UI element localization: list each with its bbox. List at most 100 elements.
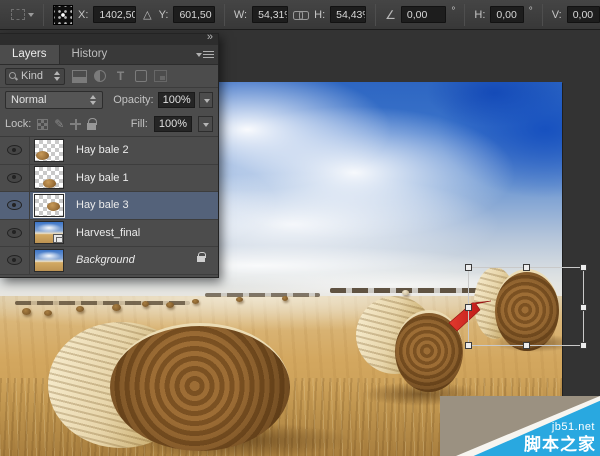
collapse-to-icons-icon[interactable]: »	[207, 31, 212, 43]
height-scale-field[interactable]: 54,43%	[330, 6, 366, 23]
lock-position-icon[interactable]	[70, 119, 81, 130]
eye-icon	[7, 145, 22, 155]
divider	[542, 4, 543, 26]
layer-thumbnail[interactable]	[34, 221, 64, 244]
layer-name[interactable]: Hay bale 3	[76, 199, 129, 211]
transform-handle-top-right[interactable]	[580, 264, 587, 271]
width-label: W:	[234, 9, 247, 21]
visibility-toggle[interactable]	[0, 247, 30, 274]
maintain-aspect-ratio-icon[interactable]	[293, 9, 309, 21]
relative-positioning-button[interactable]: △	[141, 8, 153, 21]
distant-hay-bale	[142, 301, 149, 307]
rotation-angle-field[interactable]: 0,00	[401, 6, 446, 23]
transform-handle-middle-right[interactable]	[580, 304, 587, 311]
layer-thumbnail[interactable]	[34, 249, 64, 272]
y-position-field[interactable]: 601,50 px	[173, 6, 214, 23]
opacity-value-field[interactable]: 100%	[158, 92, 195, 108]
layer-name[interactable]: Hay bale 2	[76, 144, 129, 156]
distant-hay-bale	[192, 299, 199, 304]
transform-tool-icon[interactable]	[8, 5, 34, 25]
layer-row-hay-bale-2[interactable]: Hay bale 2	[0, 137, 218, 165]
transform-handle-middle-left[interactable]	[465, 304, 472, 311]
skew-v-label: V:	[552, 9, 562, 21]
hay-bale-large	[48, 316, 298, 456]
y-label: Y:	[159, 9, 169, 21]
eye-icon	[7, 255, 22, 265]
panel-menu-icon[interactable]	[196, 51, 214, 60]
lock-label: Lock:	[5, 118, 31, 130]
layer-row-hay-bale-3[interactable]: Hay bale 3	[0, 192, 218, 220]
lock-row: Lock: ✎ Fill: 100%	[0, 112, 218, 137]
blend-mode-value: Normal	[11, 94, 46, 106]
distant-hay-bale	[22, 308, 31, 315]
panel-title-bar: »	[0, 34, 218, 45]
opacity-label: Opacity:	[113, 94, 153, 106]
panel-tab-bar: Layers History	[0, 45, 218, 65]
visibility-toggle[interactable]	[0, 220, 30, 247]
transform-handle-bottom-center[interactable]	[523, 342, 530, 349]
degree-unit: °	[451, 6, 455, 17]
distant-hay-bale	[166, 302, 174, 308]
divider	[43, 4, 44, 26]
distant-hay-bale	[282, 296, 288, 301]
layer-row-hay-bale-1[interactable]: Hay bale 1	[0, 165, 218, 193]
transform-handle-top-center[interactable]	[523, 264, 530, 271]
skew-horizontal-field[interactable]: 0,00	[490, 6, 523, 23]
treeline	[15, 301, 190, 305]
visibility-toggle[interactable]	[0, 192, 30, 219]
layer-row-harvest-final[interactable]: Harvest_final	[0, 220, 218, 248]
layer-thumbnail[interactable]	[34, 139, 64, 162]
fill-dropdown-arrow[interactable]	[198, 116, 213, 132]
degree-unit: °	[529, 6, 533, 17]
tab-history[interactable]: History	[60, 45, 120, 64]
distant-hay-bale	[112, 304, 121, 311]
lock-image-pixels-icon[interactable]: ✎	[54, 119, 64, 130]
layer-name[interactable]: Hay bale 1	[76, 172, 129, 184]
divider	[224, 4, 225, 26]
transform-handle-top-left[interactable]	[465, 264, 472, 271]
fill-value-field[interactable]: 100%	[154, 116, 192, 132]
filter-type-layers-icon[interactable]: T	[113, 70, 128, 83]
layer-name[interactable]: Harvest_final	[76, 227, 140, 239]
rotate-angle-icon: ∠	[385, 8, 396, 22]
transform-handle-bottom-left[interactable]	[465, 342, 472, 349]
layer-row-background[interactable]: Background	[0, 247, 218, 275]
lock-all-icon[interactable]	[87, 123, 96, 130]
layer-filter-row: Kind T	[0, 65, 218, 88]
opacity-dropdown-arrow[interactable]	[199, 92, 213, 108]
reference-point-locator[interactable]	[53, 5, 73, 25]
layer-list: Hay bale 2 Hay bale 1 Hay bale 3 Harvest…	[0, 137, 218, 275]
width-scale-field[interactable]: 54,31%	[252, 6, 288, 23]
filter-smart-objects-icon[interactable]	[154, 70, 167, 82]
lock-transparent-pixels-icon[interactable]	[37, 119, 48, 130]
x-position-field[interactable]: 1402,50 px	[93, 6, 136, 23]
filter-kind-dropdown[interactable]: Kind	[5, 68, 65, 85]
layer-thumbnail[interactable]	[34, 166, 64, 189]
visibility-toggle[interactable]	[0, 137, 30, 164]
blend-mode-row: Normal Opacity: 100%	[0, 88, 218, 112]
eye-icon	[7, 200, 22, 210]
distant-hay-bale	[236, 297, 243, 302]
visibility-toggle[interactable]	[0, 165, 30, 192]
skew-vertical-field[interactable]: 0,00	[567, 6, 600, 23]
tab-layers[interactable]: Layers	[0, 45, 60, 64]
filter-adjustment-layers-icon[interactable]	[94, 70, 106, 82]
filter-kind-value: Kind	[21, 70, 43, 82]
layer-name[interactable]: Background	[76, 254, 135, 266]
height-label: H:	[314, 9, 325, 21]
hay-bale-middle	[356, 294, 466, 406]
transform-options-bar: X: 1402,50 px △ Y: 601,50 px W: 54,31% H…	[0, 0, 600, 30]
updown-arrows-icon	[54, 71, 61, 81]
updown-arrows-icon	[90, 95, 97, 105]
workspace: jb51.net 脚本之家 » Layers History Kind	[0, 30, 600, 456]
filter-pixel-layers-icon[interactable]	[72, 70, 87, 83]
selection-dash-icon	[11, 9, 25, 20]
free-transform-bounding-box[interactable]	[468, 267, 584, 346]
transform-handle-bottom-right[interactable]	[580, 342, 587, 349]
layer-thumbnail[interactable]	[34, 194, 64, 217]
search-icon	[9, 72, 18, 81]
blend-mode-dropdown[interactable]: Normal	[5, 91, 103, 109]
eye-icon	[7, 173, 22, 183]
filter-shape-layers-icon[interactable]	[135, 70, 147, 82]
divider	[464, 4, 465, 26]
